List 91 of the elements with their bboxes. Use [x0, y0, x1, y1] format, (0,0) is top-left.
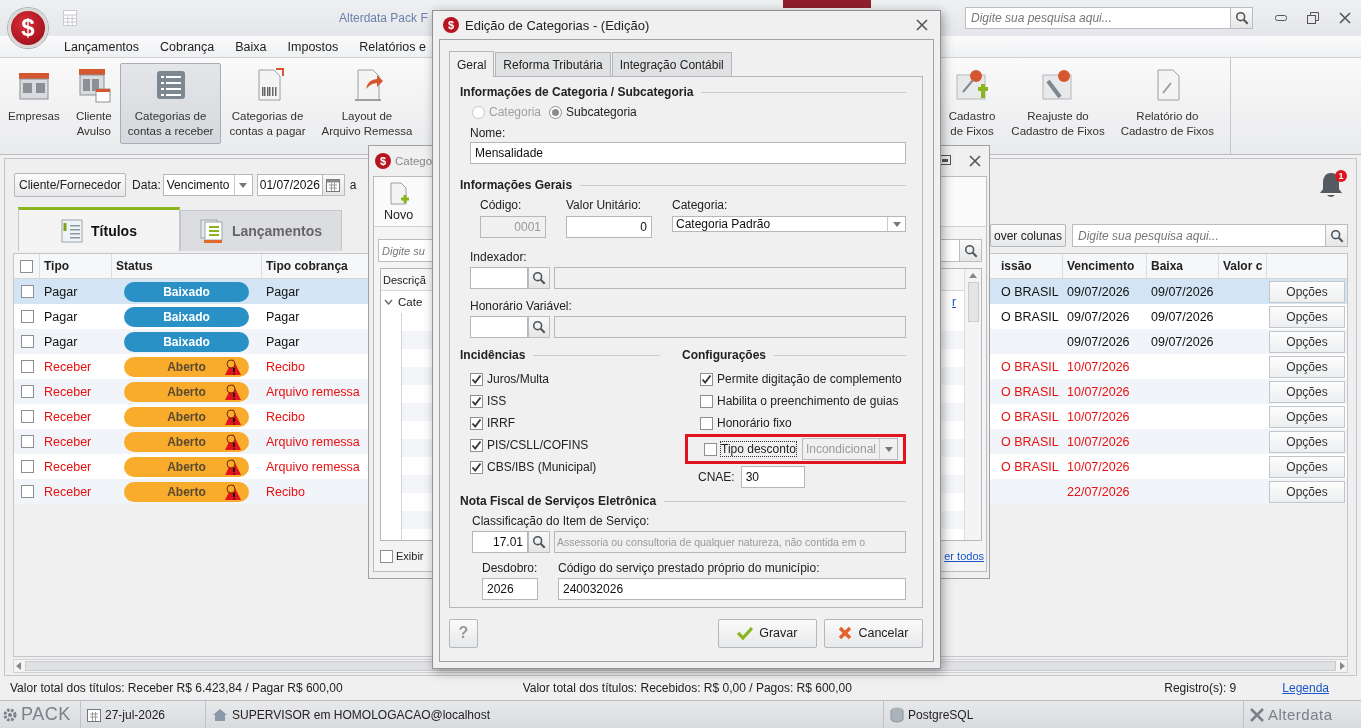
table-cell-text: Pagar [265, 284, 301, 299]
section-title: Nota Fiscal de Serviços Eletrônica [460, 494, 657, 508]
table-cell-text: Arquivo remessa [265, 434, 361, 449]
table-cell-text: 10/07/2026 [1066, 359, 1131, 374]
table-cell-text: Recibo [265, 484, 306, 499]
status-badge: Aberto [124, 406, 249, 427]
table-cell-text: 10/07/2026 [1066, 409, 1131, 424]
date-label: Data: [132, 178, 161, 192]
service-class-description: Assessoria ou consultoria de qualquer natureza, não contida em o [554, 531, 906, 553]
table-cell-text: O BRASIL [1000, 459, 1060, 474]
checkbox-label: ISS [487, 394, 507, 408]
session-date: 27-jul-2026 [105, 707, 166, 722]
section-title: Incidências [460, 348, 526, 362]
checkbox-label: Tipo desconto [721, 442, 796, 456]
field-label: Classificação do Item de Serviço: [472, 514, 651, 528]
field-label: Indexador: [470, 250, 528, 264]
table-cell-text: Pagar [265, 309, 301, 324]
field-label: Valor Unitário: [566, 198, 643, 212]
table-cell-text: Receber [43, 384, 93, 399]
table-cell-text: Pagar [43, 334, 79, 349]
product-logo: PACK [21, 704, 71, 725]
table-cell-text: 10/07/2026 [1066, 459, 1131, 474]
table-cell-text: 09/07/2026 [1150, 334, 1215, 349]
table-cell-text: O BRASIL [1000, 409, 1060, 424]
table-cell-text: 09/07/2026 [1150, 309, 1215, 324]
checkbox-label: Juros/Multa [487, 372, 550, 386]
field-label: Desdobro: [482, 561, 538, 575]
table-cell-text: O BRASIL [1000, 384, 1060, 399]
database-name: PostgreSQL [908, 707, 974, 722]
section-title: Configurações [682, 348, 766, 362]
table-cell-text: 10/07/2026 [1066, 384, 1131, 399]
status-badge: Baixado [124, 331, 249, 352]
status-badge: Aberto [124, 456, 249, 477]
section-title: Informações de Categoria / Subcategoria [460, 85, 694, 99]
status-badge: Aberto [124, 381, 249, 402]
record-count: Registro(s): 9 [1164, 681, 1237, 695]
code-field: 0001 [480, 216, 546, 238]
radio-label: Subcategoria [566, 105, 637, 119]
totals-text: Valor total dos títulos: Receber R$ 6.423,84 / Pagar R$ 600,00 [10, 681, 343, 695]
status-badge: Aberto [124, 356, 249, 377]
checkbox-label: Honorário fixo [717, 416, 792, 430]
table-cell-text: Arquivo remessa [265, 384, 361, 399]
table-cell-text: Recibo [265, 409, 306, 424]
table-cell-text: Pagar [43, 309, 79, 324]
window-title: Alterdata Pack F [339, 11, 428, 25]
table-cell-text: Receber [43, 409, 93, 424]
table-cell-text: 09/07/2026 [1066, 309, 1131, 324]
notification-count: 1 [1335, 170, 1347, 182]
field-label: Código do serviço prestado próprio do município: [558, 561, 821, 575]
table-cell-text: O BRASIL [1000, 309, 1060, 324]
table-cell-text: 22/07/2026 [1066, 484, 1131, 499]
table-cell-text: O BRASIL [1000, 284, 1060, 299]
table-cell-text: Receber [43, 484, 93, 499]
status-badge: Aberto [124, 431, 249, 452]
app-logo: $ [443, 17, 459, 33]
table-cell-text: 10/07/2026 [1066, 434, 1131, 449]
table-cell-text: 09/07/2026 [1066, 284, 1131, 299]
table-cell-text: Receber [43, 434, 93, 449]
table-cell-text: Arquivo remessa [265, 459, 361, 474]
totals-text: Valor total dos títulos: Recebidos: R$ 0,00 / Pagos: R$ 600,00 [522, 681, 852, 695]
checkbox-label: IRRF [487, 416, 515, 430]
radio-label: Categoria [489, 105, 542, 119]
window-title: Catego [395, 155, 433, 167]
table-cell-text: Pagar [43, 284, 79, 299]
status-badge: Baixado [124, 306, 249, 327]
session-user: SUPERVISOR em HOMOLOGACAO@localhost [232, 707, 491, 722]
checkbox-label: PIS/CSLL/COFINS [487, 438, 589, 452]
status-badge: Aberto [124, 481, 249, 502]
status-badge: Baixado [124, 281, 249, 302]
field-label: Código: [480, 198, 523, 212]
table-cell-text: O BRASIL [1000, 359, 1060, 374]
section-title: Informações Gerais [460, 178, 573, 192]
brand-name: Alterdata [1268, 706, 1333, 723]
field-label: Nome: [470, 126, 507, 140]
field-label: Categoria: [672, 198, 729, 212]
checkbox-label: Exibir [396, 550, 424, 562]
table-cell-text: Pagar [265, 334, 301, 349]
table-cell-text: Receber [43, 459, 93, 474]
dialog-title: Edição de Categorias - (Edição) [465, 17, 650, 33]
table-cell-text: 09/07/2026 [1150, 284, 1215, 299]
table-cell-text: 09/07/2026 [1066, 334, 1131, 349]
table-cell-text: Receber [43, 359, 93, 374]
checkbox-label: CBS/IBS (Municipal) [487, 460, 597, 474]
field-label: CNAE: [698, 470, 735, 484]
checkbox-label: Habilita o preenchimento de guias [717, 394, 899, 408]
date-range-separator: a [349, 178, 357, 192]
app-logo: $ [375, 153, 391, 169]
checkbox-label: Permite digitação de complemento [717, 372, 902, 386]
table-cell-text: Recibo [265, 359, 306, 374]
table-cell-text: O BRASIL [1000, 434, 1060, 449]
field-label: Honorário Variável: [470, 299, 573, 313]
